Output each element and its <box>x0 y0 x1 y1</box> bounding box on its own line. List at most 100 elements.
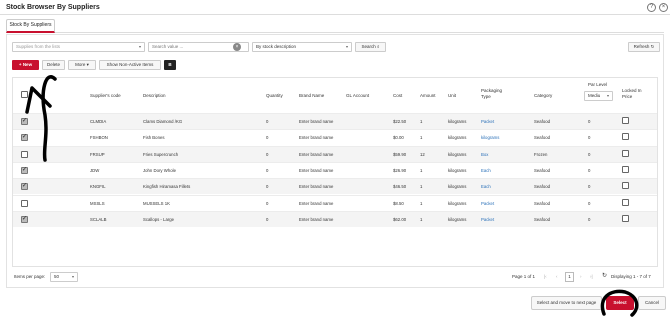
cell-packaging[interactable]: Packet <box>481 119 494 124</box>
select-all-checkbox[interactable] <box>21 91 28 98</box>
locked-price-checkbox[interactable] <box>622 198 629 206</box>
close-icon[interactable]: × <box>659 3 668 12</box>
locked-price-checkbox[interactable] <box>622 117 629 124</box>
cell-amount: 1 <box>420 216 423 222</box>
search-placeholder: Search value ... <box>152 44 184 49</box>
cell-packaging[interactable]: Packet <box>481 217 494 222</box>
table-row[interactable]: FRSUP Fries Supercrunch 0 Enter brand name $… <box>13 145 657 162</box>
header-code[interactable]: Supplier's code <box>90 93 121 98</box>
cell-unit: kilograms <box>448 200 467 206</box>
cell-par: 0 <box>588 184 591 190</box>
cell-description: Scallops - Large <box>143 216 175 222</box>
cell-cost: $0.00 <box>393 135 404 141</box>
search-button[interactable]: Search ⌕ <box>355 42 386 52</box>
select-and-next-button[interactable]: Select and move to next page <box>531 296 602 310</box>
cell-brand[interactable]: Enter brand name <box>299 201 333 206</box>
current-page-box[interactable]: 1 <box>565 272 574 282</box>
cell-par: 0 <box>588 167 591 173</box>
cell-category: Seafood <box>534 184 551 190</box>
cell-category: Seafood <box>534 167 551 173</box>
cell-brand[interactable]: Enter brand name <box>299 119 333 124</box>
cell-code: SCLALB <box>90 216 107 222</box>
table-row[interactable]: MSSLS MUSSELS 1K 0 Enter brand name $8.50 1 ki… <box>13 194 657 211</box>
cell-quantity: 0 <box>266 151 269 157</box>
clear-search-icon[interactable]: × <box>233 43 241 51</box>
more-button[interactable]: More ▾ <box>68 60 96 70</box>
cell-description: MUSSELS 1K <box>143 200 170 206</box>
delete-button[interactable]: Delete <box>42 60 65 70</box>
locked-price-checkbox[interactable] <box>622 149 629 157</box>
locked-price-checkbox[interactable] <box>622 182 629 190</box>
cell-packaging[interactable]: Each <box>481 184 491 189</box>
last-page-icon[interactable]: ›| <box>590 274 593 279</box>
supplier-select[interactable]: Supplies from the lists ▾ <box>12 42 145 52</box>
first-page-icon[interactable]: |‹ <box>544 274 547 279</box>
row-checkbox[interactable] <box>21 199 28 207</box>
header-unit[interactable]: Unit <box>448 93 456 98</box>
search-icon: ⌕ <box>377 44 380 49</box>
cell-brand[interactable]: Enter brand name <box>299 152 333 157</box>
cell-packaging[interactable]: Box <box>481 152 488 157</box>
cell-amount: 1 <box>420 135 423 141</box>
header-locked-price: Locked In Price <box>622 88 642 99</box>
cell-amount: 1 <box>420 200 423 206</box>
header-quantity[interactable]: Quantity <box>266 93 283 98</box>
table-row[interactable]: ✓ JDW John Dory Whole 0 Enter brand name $26.… <box>13 161 657 178</box>
cell-unit: kilograms <box>448 135 467 141</box>
header-cost[interactable]: Cost <box>393 93 402 98</box>
header-amount[interactable]: Amount <box>420 93 436 98</box>
cell-description: Kingfish Hiramasa Fillets <box>143 184 191 190</box>
search-button-label: Search <box>361 44 376 49</box>
title-bar: Stock Browser By Suppliers ? × <box>0 0 670 15</box>
tab-stock-by-suppliers[interactable]: Stock By Suppliers <box>6 19 55 33</box>
stock-table: Supplier's code Description Quantity Bra… <box>12 77 658 267</box>
row-checkbox[interactable]: ✓ <box>21 215 28 223</box>
table-row[interactable]: ✓ SCLALB Scallops - Large 0 Enter brand name… <box>13 210 657 227</box>
cancel-button[interactable]: Cancel <box>638 296 666 310</box>
par-level-value: Mediu <box>588 93 601 98</box>
refresh-button[interactable]: Refresh ↻ <box>628 42 660 52</box>
refresh-icon[interactable]: ↻ <box>602 272 607 279</box>
row-checkbox[interactable]: ✓ <box>21 166 28 174</box>
locked-price-checkbox[interactable] <box>622 165 629 173</box>
row-checkbox[interactable]: ✓ <box>21 118 28 125</box>
header-par-level: Par Level <box>588 82 608 87</box>
items-per-page-select[interactable]: 50 ▾ <box>50 272 78 282</box>
header-category[interactable]: Category <box>534 93 552 98</box>
b-button[interactable]: B <box>164 60 176 70</box>
row-checkbox[interactable]: ✓ <box>21 183 28 191</box>
locked-price-checkbox[interactable] <box>622 133 629 141</box>
help-icon[interactable]: ? <box>647 3 656 12</box>
more-button-label: More <box>75 62 86 67</box>
cell-brand[interactable]: Enter brand name <box>299 135 333 140</box>
header-description[interactable]: Description <box>143 93 166 98</box>
locked-price-checkbox[interactable] <box>622 214 629 222</box>
show-non-active-button[interactable]: Show Non-Active Items <box>99 60 161 70</box>
cell-packaging[interactable]: kilograms <box>481 135 499 140</box>
next-page-icon[interactable]: › <box>580 274 582 279</box>
new-button[interactable]: + New <box>12 60 39 70</box>
table-row[interactable]: ✓ CLMDIA Clams Diamond /KG 0 Enter brand nam… <box>13 113 657 129</box>
header-gl-account[interactable]: GL Account <box>346 93 369 98</box>
header-packaging[interactable]: Packaging Type <box>481 88 509 100</box>
cell-par: 0 <box>588 151 591 157</box>
cell-brand[interactable]: Enter brand name <box>299 168 333 173</box>
chevron-down-icon: ▾ <box>86 62 89 67</box>
prev-page-icon[interactable]: ‹ <box>556 274 558 279</box>
cell-brand[interactable]: Enter brand name <box>299 184 333 189</box>
cell-packaging[interactable]: Each <box>481 168 491 173</box>
select-button[interactable]: Select <box>606 296 634 310</box>
search-mode-select[interactable]: By stock description ▾ <box>252 42 352 52</box>
row-checkbox[interactable] <box>21 150 28 158</box>
cell-brand[interactable]: Enter brand name <box>299 217 333 222</box>
table-row[interactable]: ✓ KNGFIL Kingfish Hiramasa Fillets 0 Enter b… <box>13 178 657 195</box>
supplier-placeholder: Supplies from the lists <box>16 44 61 49</box>
row-checkbox[interactable]: ✓ <box>21 134 28 142</box>
cell-packaging[interactable]: Packet <box>481 201 494 206</box>
par-level-select[interactable]: Mediu ▾ <box>584 91 613 101</box>
table-row[interactable]: ✓ FSHBON Fish Bones 0 Enter brand name $0.00 1… <box>13 129 657 145</box>
header-brand[interactable]: Brand Name <box>299 93 324 98</box>
cell-unit: kilograms <box>448 119 467 124</box>
search-mode-value: By stock description <box>256 44 297 49</box>
cell-code: MSSLS <box>90 200 105 206</box>
